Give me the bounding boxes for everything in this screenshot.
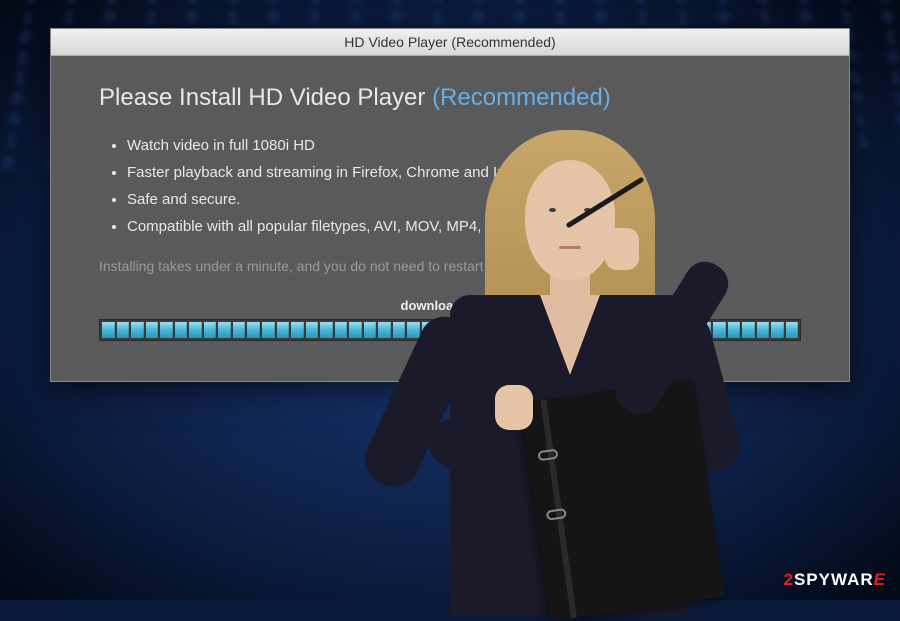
headline-main: Please Install HD Video Player bbox=[99, 84, 432, 111]
progress-segment bbox=[247, 322, 260, 338]
progress-segment bbox=[160, 322, 173, 338]
progress-segment bbox=[131, 322, 144, 338]
dialog-titlebar: HD Video Player (Recommended) bbox=[51, 29, 849, 56]
progress-segment bbox=[364, 322, 377, 338]
progress-segment bbox=[335, 322, 348, 338]
folder-icon bbox=[521, 379, 725, 621]
progress-segment bbox=[320, 322, 333, 338]
progress-segment bbox=[349, 322, 362, 338]
progress-segment bbox=[306, 322, 319, 338]
watermark-prefix: 2 bbox=[784, 570, 794, 589]
progress-segment bbox=[277, 322, 290, 338]
progress-segment bbox=[262, 322, 275, 338]
progress-segment bbox=[102, 322, 115, 338]
progress-segment bbox=[786, 322, 799, 338]
progress-segment bbox=[117, 322, 130, 338]
presenter-person-illustration bbox=[380, 120, 760, 600]
watermark-mid: SPYWAR bbox=[794, 570, 874, 589]
headline: Please Install HD Video Player (Recommen… bbox=[99, 84, 801, 112]
progress-segment bbox=[218, 322, 231, 338]
progress-segment bbox=[204, 322, 217, 338]
dialog-title: HD Video Player (Recommended) bbox=[344, 34, 555, 50]
progress-segment bbox=[771, 322, 784, 338]
progress-segment bbox=[233, 322, 246, 338]
watermark-logo: 2SPYWARE bbox=[784, 570, 887, 590]
headline-recommended: (Recommended) bbox=[432, 84, 611, 111]
progress-segment bbox=[291, 322, 304, 338]
progress-segment bbox=[189, 322, 202, 338]
progress-segment bbox=[146, 322, 159, 338]
progress-segment bbox=[175, 322, 188, 338]
watermark-suffix: E bbox=[874, 570, 886, 589]
